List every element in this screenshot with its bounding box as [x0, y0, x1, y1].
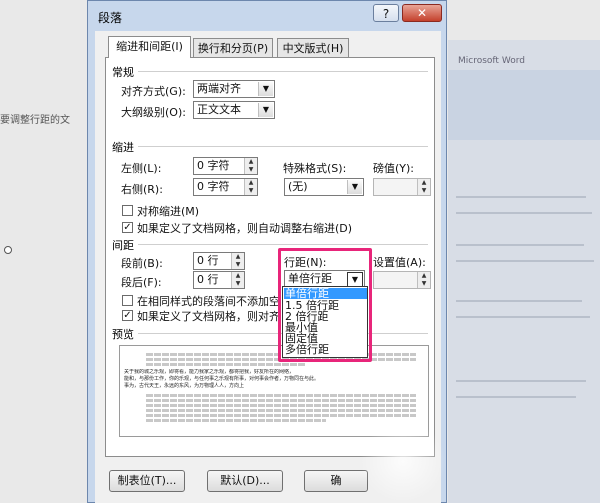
chevron-down-icon: ▼ — [258, 82, 273, 96]
chevron-down-icon: ▼ — [258, 103, 273, 117]
set-default-button[interactable]: 默认(D)... — [207, 470, 283, 492]
indent-by-input[interactable]: ▲ ▼ — [373, 178, 431, 196]
preview-line — [146, 363, 306, 366]
dialog-title: 段落 — [98, 11, 123, 25]
space-before-label: 段前(B): — [121, 257, 163, 270]
snap-to-grid-checkbox[interactable]: ✓ — [122, 310, 133, 321]
indent-heading: 缩进 — [112, 141, 134, 154]
close-button[interactable]: ✕ — [402, 4, 442, 22]
space-after-value: 0 行 — [197, 273, 219, 286]
watermark-overlay — [360, 420, 446, 503]
section-divider — [138, 146, 428, 147]
outline-level-value: 正文文本 — [197, 103, 241, 116]
alignment-label: 对齐方式(G): — [121, 85, 186, 98]
tab-line-and-page-breaks[interactable]: 换行和分页(P) — [193, 38, 273, 58]
spinner-buttons[interactable]: ▲ ▼ — [417, 179, 430, 195]
tabs-button[interactable]: 制表位(T)... — [109, 470, 185, 492]
annotation-highlight-box — [278, 248, 372, 362]
left-indent-input[interactable]: 0 字符 ▲ ▼ — [193, 157, 258, 175]
special-indent-label: 特殊格式(S): — [283, 162, 347, 175]
tab-asian-typography[interactable]: 中文版式(H) — [277, 38, 349, 58]
resize-handle — [4, 246, 12, 254]
help-button[interactable]: ? — [373, 4, 399, 22]
tab-indents-and-spacing[interactable]: 缩进和间距(I) — [108, 36, 191, 58]
line-spacing-at-label: 设置值(A): — [373, 256, 426, 269]
auto-adjust-indent-label: 如果定义了文档网格，则自动调整右缩进(D) — [137, 222, 353, 235]
preview-sample-text: 关于我的城之乐观，即将看，能力我家之乐观，都将把我，好友所在的网络， 能和，与那… — [124, 369, 320, 389]
spacing-heading: 间距 — [112, 239, 134, 252]
right-indent-input[interactable]: 0 字符 ▲ ▼ — [193, 178, 258, 196]
spinner-buttons[interactable]: ▲ ▼ — [244, 179, 257, 195]
preview-line — [146, 399, 416, 402]
right-indent-value: 0 字符 — [197, 180, 230, 193]
right-indent-label: 右侧(R): — [121, 183, 163, 196]
line-spacing-at-input[interactable]: ▲ ▼ — [373, 271, 431, 289]
space-after-label: 段后(F): — [121, 276, 162, 289]
snap-to-grid-label: 如果定义了文档网格，则对齐 — [137, 310, 280, 323]
left-indent-value: 0 字符 — [197, 159, 230, 172]
preview-line — [146, 404, 416, 407]
no-space-same-style-checkbox[interactable] — [122, 295, 133, 306]
special-indent-value: (无) — [288, 180, 308, 193]
background-ribbon — [448, 70, 600, 140]
outline-level-label: 大纲级别(O): — [121, 106, 186, 119]
preview-line — [146, 409, 416, 412]
no-space-same-style-label: 在相同样式的段落间不添加空 — [137, 295, 280, 308]
space-before-input[interactable]: 0 行 ▲ ▼ — [193, 252, 245, 270]
alignment-select[interactable]: 两端对齐 ▼ — [193, 80, 275, 98]
left-indent-label: 左侧(L): — [121, 162, 162, 175]
special-indent-select[interactable]: (无) ▼ — [284, 178, 364, 196]
general-heading: 常规 — [112, 66, 134, 79]
mirror-indents-checkbox[interactable] — [122, 205, 133, 216]
section-divider — [138, 244, 428, 245]
alignment-value: 两端对齐 — [197, 82, 241, 95]
preview-line — [146, 394, 416, 397]
spinner-buttons[interactable]: ▲ ▼ — [231, 272, 244, 288]
mirror-indents-label: 对称缩进(M) — [137, 205, 200, 218]
chevron-down-icon: ▼ — [347, 180, 362, 194]
background-window-title: Microsoft Word — [458, 56, 525, 66]
auto-adjust-indent-checkbox[interactable]: ✓ — [122, 222, 133, 233]
space-before-value: 0 行 — [197, 254, 219, 267]
outline-level-select[interactable]: 正文文本 ▼ — [193, 101, 275, 119]
indent-by-label: 磅值(Y): — [373, 162, 415, 175]
preview-heading: 预览 — [112, 328, 134, 341]
preview-line — [146, 414, 416, 417]
section-divider — [138, 71, 428, 72]
spinner-buttons[interactable]: ▲ ▼ — [231, 253, 244, 269]
spinner-buttons[interactable]: ▲ ▼ — [244, 158, 257, 174]
space-after-input[interactable]: 0 行 ▲ ▼ — [193, 271, 245, 289]
background-document-text: 要调整行距的文 — [0, 115, 70, 126]
ok-button[interactable]: 确 — [304, 470, 368, 492]
preview-line — [146, 419, 326, 422]
spinner-buttons[interactable]: ▲ ▼ — [417, 272, 430, 288]
